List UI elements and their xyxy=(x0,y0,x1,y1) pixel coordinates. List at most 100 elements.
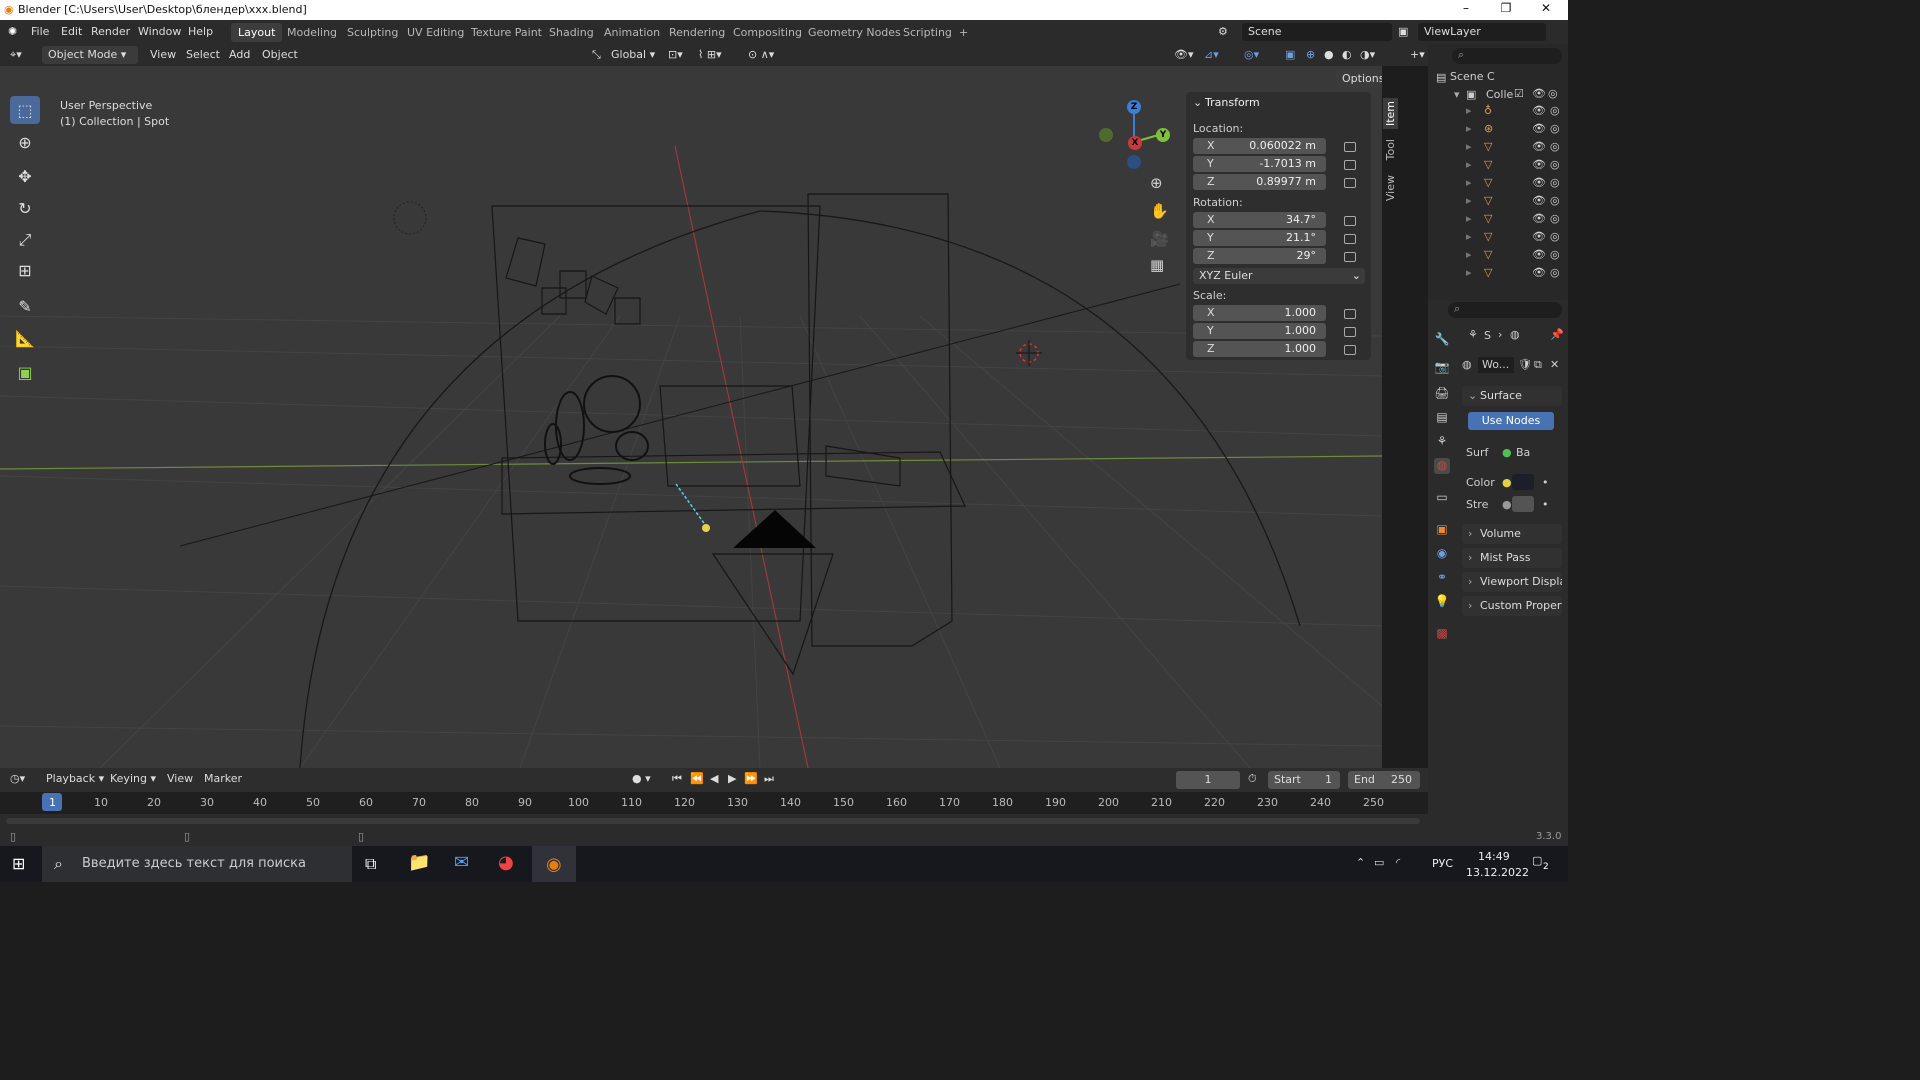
jump-prev-keyframe-icon[interactable]: ⏪ xyxy=(690,772,704,785)
play-reverse-icon[interactable]: ◀ xyxy=(710,772,718,785)
expand-arrow-icon[interactable]: ▸ xyxy=(1466,266,1472,279)
lock-icon[interactable] xyxy=(1344,160,1356,170)
expand-arrow-icon[interactable]: ▸ xyxy=(1466,158,1472,171)
header-menu-object[interactable]: Object xyxy=(262,48,298,61)
viewport-display-panel-header[interactable]: Viewport Display xyxy=(1462,572,1562,592)
scale-tool-icon[interactable]: ⤢ xyxy=(10,226,40,254)
lock-icon[interactable] xyxy=(1344,327,1356,337)
material-shading-icon[interactable]: ◐ xyxy=(1342,48,1352,61)
annotate-tool-icon[interactable]: ✎ xyxy=(10,292,40,320)
mode-dropdown[interactable]: Object Mode ▾ xyxy=(42,46,138,64)
clock-time[interactable]: 14:49 xyxy=(1478,850,1510,863)
gizmo-neg-y-axis[interactable] xyxy=(1099,128,1113,142)
list-item[interactable]: ▸ ▽ 👁 ◎ xyxy=(1466,212,1566,230)
scene-tab-icon[interactable]: ⚘ xyxy=(1434,434,1450,450)
select-box-tool-icon[interactable]: ⬚ xyxy=(10,96,40,124)
timeline-menu-playback[interactable]: Playback ▾ xyxy=(46,772,104,785)
eye-icon[interactable]: 👁 xyxy=(1532,266,1546,279)
list-item[interactable]: ▸ ▽ 👁 ◎ xyxy=(1466,176,1566,194)
timeline-menu-marker[interactable]: Marker xyxy=(204,772,242,785)
camera-render-icon[interactable]: ◎ xyxy=(1550,194,1560,207)
eye-icon[interactable]: 👁 xyxy=(1532,122,1546,135)
jump-start-icon[interactable]: ⏮ xyxy=(672,772,682,786)
list-item[interactable]: ▸ ▽ 👁 ◎ xyxy=(1466,194,1566,212)
tab-item[interactable]: Item xyxy=(1383,98,1398,130)
camera-render-icon[interactable]: ◎ xyxy=(1550,140,1560,153)
camera-render-icon[interactable]: ◎ xyxy=(1548,87,1558,100)
cursor-tool-icon[interactable]: ⊕ xyxy=(10,128,40,156)
clock-date[interactable]: 13.12.2022 xyxy=(1466,866,1529,879)
checkbox-icon[interactable]: ☑ xyxy=(1514,87,1524,100)
location-x-field[interactable]: X 0.060022 m xyxy=(1193,138,1326,154)
rotate-tool-icon[interactable]: ↻ xyxy=(10,194,40,222)
snap-icon[interactable]: ⌇ ⊞▾ xyxy=(698,48,722,61)
tab-layout[interactable]: Layout xyxy=(231,23,283,42)
pan-hand-icon[interactable]: ✋ xyxy=(1150,202,1169,220)
tab-tool[interactable]: Tool xyxy=(1383,136,1398,163)
tab-compositing[interactable]: Compositing xyxy=(726,23,809,42)
gizmo-x-axis[interactable]: X xyxy=(1128,136,1142,150)
scale-y-field[interactable]: Y 1.000 xyxy=(1193,323,1326,339)
maximize-button[interactable]: ❐ xyxy=(1486,1,1526,19)
tab-geometry-nodes[interactable]: Geometry Nodes xyxy=(801,23,908,42)
lock-icon[interactable] xyxy=(1344,252,1356,262)
viewlayer-icon[interactable]: ▣ xyxy=(1398,25,1408,38)
camera-render-icon[interactable]: ◎ xyxy=(1550,158,1560,171)
tab-animation[interactable]: Animation xyxy=(597,23,667,42)
outlook-icon[interactable]: ✉ xyxy=(454,852,469,873)
menu-help[interactable]: Help xyxy=(188,25,213,38)
expand-arrow-icon[interactable]: ▸ xyxy=(1466,248,1472,261)
rotation-y-field[interactable]: Y 21.1° xyxy=(1193,230,1326,246)
keyframe-dot-icon[interactable]: • xyxy=(1542,498,1549,511)
strength-field[interactable] xyxy=(1512,496,1534,512)
world-name-field[interactable]: Wo... xyxy=(1478,357,1514,373)
timeline-scrollbar[interactable] xyxy=(6,818,1420,824)
list-item[interactable]: ▸ ▽ 👁 ◎ xyxy=(1466,266,1566,284)
texture-tab-icon[interactable]: ▩ xyxy=(1434,626,1450,642)
panel-collapse-icon[interactable]: ⌄ xyxy=(1193,96,1202,109)
header-menu-add[interactable]: Add xyxy=(229,48,250,61)
pivot-icon[interactable]: ⊡▾ xyxy=(668,48,683,61)
camera-view-icon[interactable]: 🎥 xyxy=(1150,230,1169,248)
camera-render-icon[interactable]: ◎ xyxy=(1550,122,1560,135)
expand-arrow-icon[interactable]: ▸ xyxy=(1466,194,1472,207)
editor-type-icon[interactable]: ⌖▾ xyxy=(10,48,22,62)
tab-modeling[interactable]: Modeling xyxy=(280,23,344,42)
constraints-tab-icon[interactable]: ⚭ xyxy=(1434,570,1450,586)
xray-toggle-icon[interactable]: ▣ xyxy=(1285,48,1295,61)
eye-icon[interactable]: 👁 xyxy=(1532,230,1546,243)
menu-render[interactable]: Render xyxy=(91,25,130,38)
properties-search-input[interactable]: ⌕ xyxy=(1448,302,1562,318)
timeline-menu-keying[interactable]: Keying ▾ xyxy=(110,772,156,785)
lock-icon[interactable] xyxy=(1344,142,1356,152)
object-data-tab-icon[interactable]: 💡 xyxy=(1434,594,1450,610)
outliner-collection-label[interactable]: Colle xyxy=(1486,88,1513,101)
custom-properties-panel-header[interactable]: Custom Propertie xyxy=(1462,596,1562,616)
gizmo-z-axis[interactable]: Z xyxy=(1127,100,1141,114)
expand-arrow-icon[interactable]: ▾ xyxy=(1454,88,1460,101)
timeline-menu-view[interactable]: View xyxy=(167,772,193,785)
lock-icon[interactable] xyxy=(1344,234,1356,244)
rotation-x-field[interactable]: X 34.7° xyxy=(1193,212,1326,228)
eye-icon[interactable]: 👁 xyxy=(1532,104,1546,117)
render-tab-icon[interactable]: 📷 xyxy=(1434,360,1450,376)
play-icon[interactable]: ▶ xyxy=(728,772,736,785)
navigation-gizmo[interactable]: Z Y X xyxy=(1094,98,1174,169)
pin-icon[interactable]: 📌 xyxy=(1550,328,1564,341)
rendered-shading-icon[interactable]: ◑▾ xyxy=(1360,48,1375,61)
file-explorer-icon[interactable]: 📁 xyxy=(408,852,430,873)
lock-icon[interactable] xyxy=(1344,309,1356,319)
expand-arrow-icon[interactable]: ▸ xyxy=(1466,140,1472,153)
eye-icon[interactable]: 👁 xyxy=(1532,158,1546,171)
tab-shading[interactable]: Shading xyxy=(542,23,601,42)
wifi-icon[interactable]: ◜ xyxy=(1396,856,1400,869)
mist-pass-panel-header[interactable]: Mist Pass xyxy=(1462,548,1562,568)
ortho-toggle-icon[interactable]: ▦ xyxy=(1150,256,1164,274)
rotation-z-field[interactable]: Z 29° xyxy=(1193,248,1326,264)
record-icon[interactable]: ● ▾ xyxy=(632,772,651,785)
unlink-world-icon[interactable]: ✕ xyxy=(1550,358,1559,371)
lock-icon[interactable] xyxy=(1344,345,1356,355)
taskbar-search-input[interactable]: ⌕ Введите здесь текст для поиска xyxy=(42,846,352,882)
menu-file[interactable]: File xyxy=(31,25,49,38)
notification-icon[interactable]: ▢ xyxy=(1532,854,1542,867)
